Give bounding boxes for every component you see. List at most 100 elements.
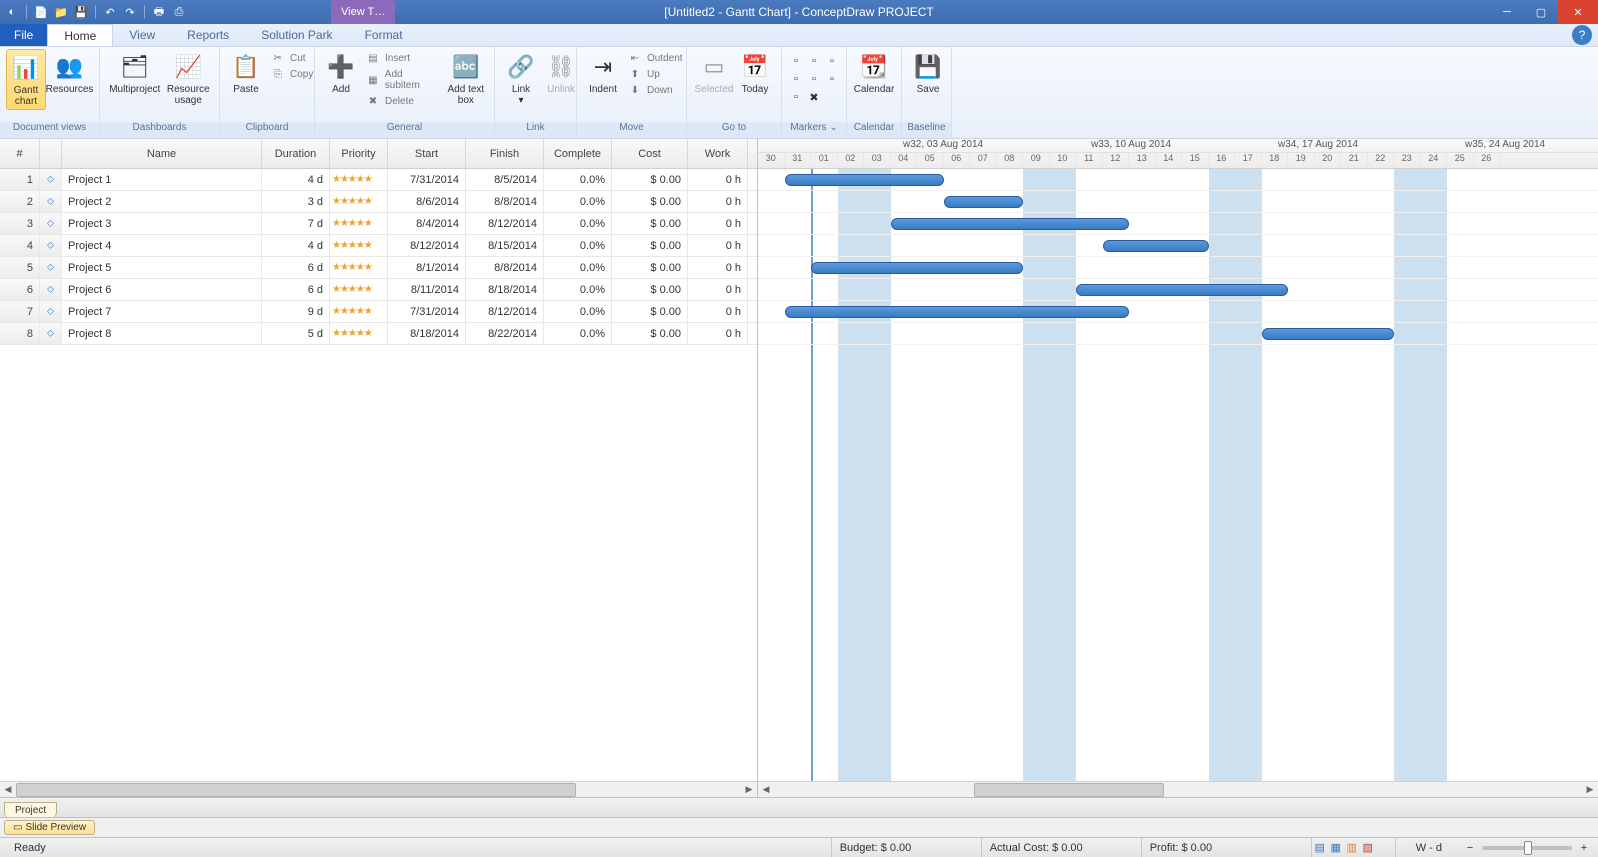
today-button[interactable]: 📅Today <box>735 49 775 97</box>
gantt-bar[interactable] <box>1103 240 1209 252</box>
marker-icon[interactable]: ▫ <box>824 53 840 69</box>
copy-button[interactable]: ⎘Copy <box>266 67 317 82</box>
down-button[interactable]: ⬇Down <box>623 83 687 98</box>
cell-cost[interactable]: $ 0.00 <box>612 169 688 190</box>
row-num[interactable]: 2 <box>0 191 40 212</box>
table-row[interactable]: 4⬦Project 44 d★★★★★8/12/20148/15/20140.0… <box>0 235 757 257</box>
row-num[interactable]: 6 <box>0 279 40 300</box>
timeline-body[interactable] <box>758 169 1598 781</box>
cell-finish[interactable]: 8/8/2014 <box>466 191 544 212</box>
gantt-bar[interactable] <box>1262 328 1395 340</box>
table-row[interactable]: 3⬦Project 37 d★★★★★8/4/20148/12/20140.0%… <box>0 213 757 235</box>
cell-finish[interactable]: 8/8/2014 <box>466 257 544 278</box>
col-complete[interactable]: Complete <box>544 139 612 168</box>
col-num[interactable]: # <box>0 139 40 168</box>
new-icon[interactable]: 📄 <box>33 4 49 20</box>
cell-work[interactable]: 0 h <box>688 169 748 190</box>
cell-finish[interactable]: 8/15/2014 <box>466 235 544 256</box>
save-icon[interactable]: 💾 <box>73 4 89 20</box>
add-button[interactable]: ➕Add <box>321 49 361 97</box>
add-textbox-button[interactable]: 🔤Add text box <box>444 49 488 108</box>
cell-priority[interactable]: ★★★★★ <box>330 257 388 278</box>
minimize-button[interactable]: ─ <box>1490 0 1524 24</box>
gantt-row[interactable] <box>758 279 1598 301</box>
cell-work[interactable]: 0 h <box>688 323 748 344</box>
tab-format[interactable]: Format <box>349 24 419 46</box>
marker-icon[interactable]: ▫ <box>788 71 804 87</box>
gantt-bar[interactable] <box>785 174 944 186</box>
table-row[interactable]: 5⬦Project 56 d★★★★★8/1/20148/8/20140.0%$… <box>0 257 757 279</box>
cell-complete[interactable]: 0.0% <box>544 323 612 344</box>
close-button[interactable]: ✕ <box>1558 0 1598 24</box>
row-num[interactable]: 7 <box>0 301 40 322</box>
cell-finish[interactable]: 8/12/2014 <box>466 213 544 234</box>
tab-home[interactable]: Home <box>47 24 113 46</box>
view-icon[interactable]: ▦ <box>1328 840 1344 856</box>
cell-cost[interactable]: $ 0.00 <box>612 191 688 212</box>
link-button[interactable]: 🔗Link▾ <box>501 49 541 108</box>
cell-finish[interactable]: 8/5/2014 <box>466 169 544 190</box>
cell-work[interactable]: 0 h <box>688 301 748 322</box>
print-icon[interactable]: 🖶 <box>151 4 167 20</box>
cell-name[interactable]: Project 3 <box>62 213 262 234</box>
row-num[interactable]: 1 <box>0 169 40 190</box>
preview-icon[interactable]: ⎙ <box>171 4 187 20</box>
row-num[interactable]: 4 <box>0 235 40 256</box>
cell-duration[interactable]: 4 d <box>262 235 330 256</box>
cell-start[interactable]: 8/1/2014 <box>388 257 466 278</box>
gantt-bar[interactable] <box>944 196 1024 208</box>
cell-complete[interactable]: 0.0% <box>544 235 612 256</box>
baseline-save-button[interactable]: 💾Save <box>908 49 948 97</box>
app-icon[interactable]: ◐ <box>4 4 20 20</box>
marker-icon[interactable]: ▫ <box>806 53 822 69</box>
cell-duration[interactable]: 3 d <box>262 191 330 212</box>
gantt-row[interactable] <box>758 323 1598 345</box>
cell-start[interactable]: 8/18/2014 <box>388 323 466 344</box>
col-work[interactable]: Work <box>688 139 748 168</box>
cell-work[interactable]: 0 h <box>688 213 748 234</box>
timeline-hscroll[interactable]: ◀ ▶ <box>758 781 1598 797</box>
cell-complete[interactable]: 0.0% <box>544 301 612 322</box>
cell-name[interactable]: Project 4 <box>62 235 262 256</box>
scroll-left-icon[interactable]: ◀ <box>758 782 774 798</box>
table-row[interactable]: 2⬦Project 23 d★★★★★8/6/20148/8/20140.0%$… <box>0 191 757 213</box>
cell-priority[interactable]: ★★★★★ <box>330 279 388 300</box>
marker-icon[interactable]: ▫ <box>788 53 804 69</box>
cell-duration[interactable]: 5 d <box>262 323 330 344</box>
cell-name[interactable]: Project 5 <box>62 257 262 278</box>
cut-button[interactable]: ✂Cut <box>266 51 317 66</box>
cell-complete[interactable]: 0.0% <box>544 213 612 234</box>
view-icon[interactable]: ▥ <box>1344 840 1360 856</box>
help-icon[interactable]: ? <box>1572 25 1592 45</box>
table-row[interactable]: 1⬦Project 14 d★★★★★7/31/20148/5/20140.0%… <box>0 169 757 191</box>
cell-cost[interactable]: $ 0.00 <box>612 323 688 344</box>
view-icon[interactable]: ▧ <box>1360 840 1376 856</box>
cell-work[interactable]: 0 h <box>688 279 748 300</box>
indent-button[interactable]: ⇥Indent <box>583 49 623 97</box>
cell-complete[interactable]: 0.0% <box>544 257 612 278</box>
cell-start[interactable]: 8/11/2014 <box>388 279 466 300</box>
cell-name[interactable]: Project 8 <box>62 323 262 344</box>
col-cost[interactable]: Cost <box>612 139 688 168</box>
zoom-slider[interactable] <box>1482 846 1572 850</box>
cell-cost[interactable]: $ 0.00 <box>612 213 688 234</box>
scroll-left-icon[interactable]: ◀ <box>0 782 16 798</box>
zoom-in-icon[interactable]: + <box>1576 840 1592 856</box>
cell-priority[interactable]: ★★★★★ <box>330 213 388 234</box>
resource-usage-button[interactable]: 📈Resource usage <box>164 49 213 108</box>
cell-name[interactable]: Project 6 <box>62 279 262 300</box>
row-num[interactable]: 5 <box>0 257 40 278</box>
tab-view[interactable]: View <box>113 24 171 46</box>
cell-start[interactable]: 8/12/2014 <box>388 235 466 256</box>
up-button[interactable]: ⬆Up <box>623 67 687 82</box>
cell-cost[interactable]: $ 0.00 <box>612 279 688 300</box>
outdent-button[interactable]: ⇤Outdent <box>623 51 687 66</box>
marker-icon[interactable]: ▫ <box>788 89 804 105</box>
cell-name[interactable]: Project 2 <box>62 191 262 212</box>
cell-cost[interactable]: $ 0.00 <box>612 235 688 256</box>
cell-priority[interactable]: ★★★★★ <box>330 191 388 212</box>
grid-hscroll[interactable]: ◀ ▶ <box>0 781 757 797</box>
gantt-chart-button[interactable]: 📊Gantt chart <box>6 49 46 110</box>
cell-start[interactable]: 8/6/2014 <box>388 191 466 212</box>
table-row[interactable]: 8⬦Project 85 d★★★★★8/18/20148/22/20140.0… <box>0 323 757 345</box>
